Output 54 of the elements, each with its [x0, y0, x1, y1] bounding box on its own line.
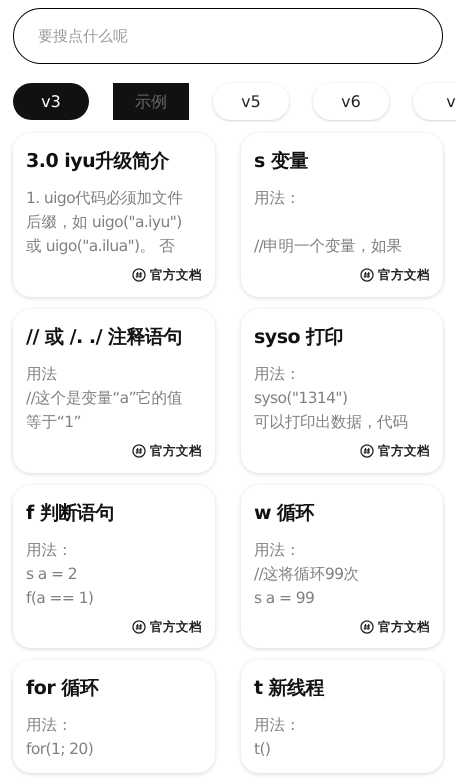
docs-link[interactable]: 官方文档: [150, 442, 202, 460]
body-text: 用法：: [254, 540, 302, 560]
body-text: 1. uigo代码必须加文件: [26, 188, 184, 209]
card-title: syso 打印: [254, 324, 344, 350]
card-title: w 循环: [254, 500, 316, 526]
body-text: s a = 2: [26, 564, 78, 584]
body-text: for(1; 20): [26, 739, 94, 760]
body-text: //这个是变量“a”它的值: [26, 388, 184, 409]
card-title: // 或 /. ./ 注释语句: [26, 324, 184, 350]
card[interactable]: for 循环 用法： for(1; 20): [13, 660, 215, 774]
body-text: 可以打印出数据，代码: [254, 412, 410, 433]
card-title: f 判断语句: [26, 500, 115, 526]
tab[interactable]: v6: [313, 83, 389, 120]
body-text: 用法：: [254, 364, 302, 385]
tab[interactable]: v: [413, 83, 456, 120]
hashtag-icon: [360, 620, 374, 634]
body-text: 后缀，如 uigo("a.iyu"): [26, 212, 183, 233]
body-text: syso("1314"): [254, 388, 348, 409]
tab[interactable]: v5: [213, 83, 289, 120]
body-text: 等于“1”: [26, 412, 82, 433]
docs-link[interactable]: 官方文档: [150, 266, 202, 285]
body-text: 或 uigo("a.ilua")。 否: [26, 236, 176, 257]
hashtag-icon: [132, 268, 146, 282]
body-text: f(a == 1): [26, 588, 94, 608]
docs-link[interactable]: 官方文档: [378, 266, 430, 285]
card-title: s 变量: [254, 149, 309, 174]
body-text: //申明一个变量，如果: [254, 236, 403, 257]
body-text: 用法：: [254, 188, 302, 209]
body-text: s a = 99: [254, 588, 316, 608]
body-text: t(): [254, 739, 272, 760]
body-text: //这将循环99次: [254, 564, 360, 584]
search-field[interactable]: 要搜点什么呢: [13, 8, 443, 64]
tab[interactable]: v3: [13, 83, 89, 120]
docs-link[interactable]: 官方文档: [150, 618, 202, 636]
card[interactable]: 3.0 iyu升级简介 1. uigo代码必须加文件 后缀，如 uigo("a.iyu") 或 uigo("a.ilua")。 否 官方文档: [13, 133, 215, 297]
card[interactable]: w 循环 用法： //这将循环99次 s a = 99 官方文档: [241, 484, 443, 648]
card-title: for 循环: [26, 676, 100, 702]
card-title: 3.0 iyu升级简介: [26, 149, 170, 174]
hashtag-icon: [360, 268, 374, 282]
hashtag-icon: [132, 444, 146, 458]
card[interactable]: syso 打印 用法： syso("1314") 可以打印出数据，代码 官方文档: [241, 308, 443, 472]
body-text: 用法: [26, 364, 58, 385]
hashtag-icon: [132, 620, 146, 634]
docs-link[interactable]: 官方文档: [378, 618, 430, 636]
card-title: t 新线程: [254, 676, 326, 702]
body-text: 用法：: [26, 540, 74, 560]
card[interactable]: f 判断语句 用法： s a = 2 f(a == 1) 官方文档: [13, 484, 215, 648]
body-text: 用法：: [26, 715, 74, 736]
docs-link[interactable]: 官方文档: [378, 442, 430, 460]
hashtag-icon: [360, 444, 374, 458]
card[interactable]: s 变量 用法： //申明一个变量，如果 官方文档: [241, 133, 443, 297]
body-text: 用法：: [254, 715, 302, 736]
card[interactable]: t 新线程 用法： t(): [241, 660, 443, 774]
card[interactable]: // 或 /. ./ 注释语句 用法 //这个是变量“a”它的值 等于“1” 官方文档: [13, 308, 215, 472]
